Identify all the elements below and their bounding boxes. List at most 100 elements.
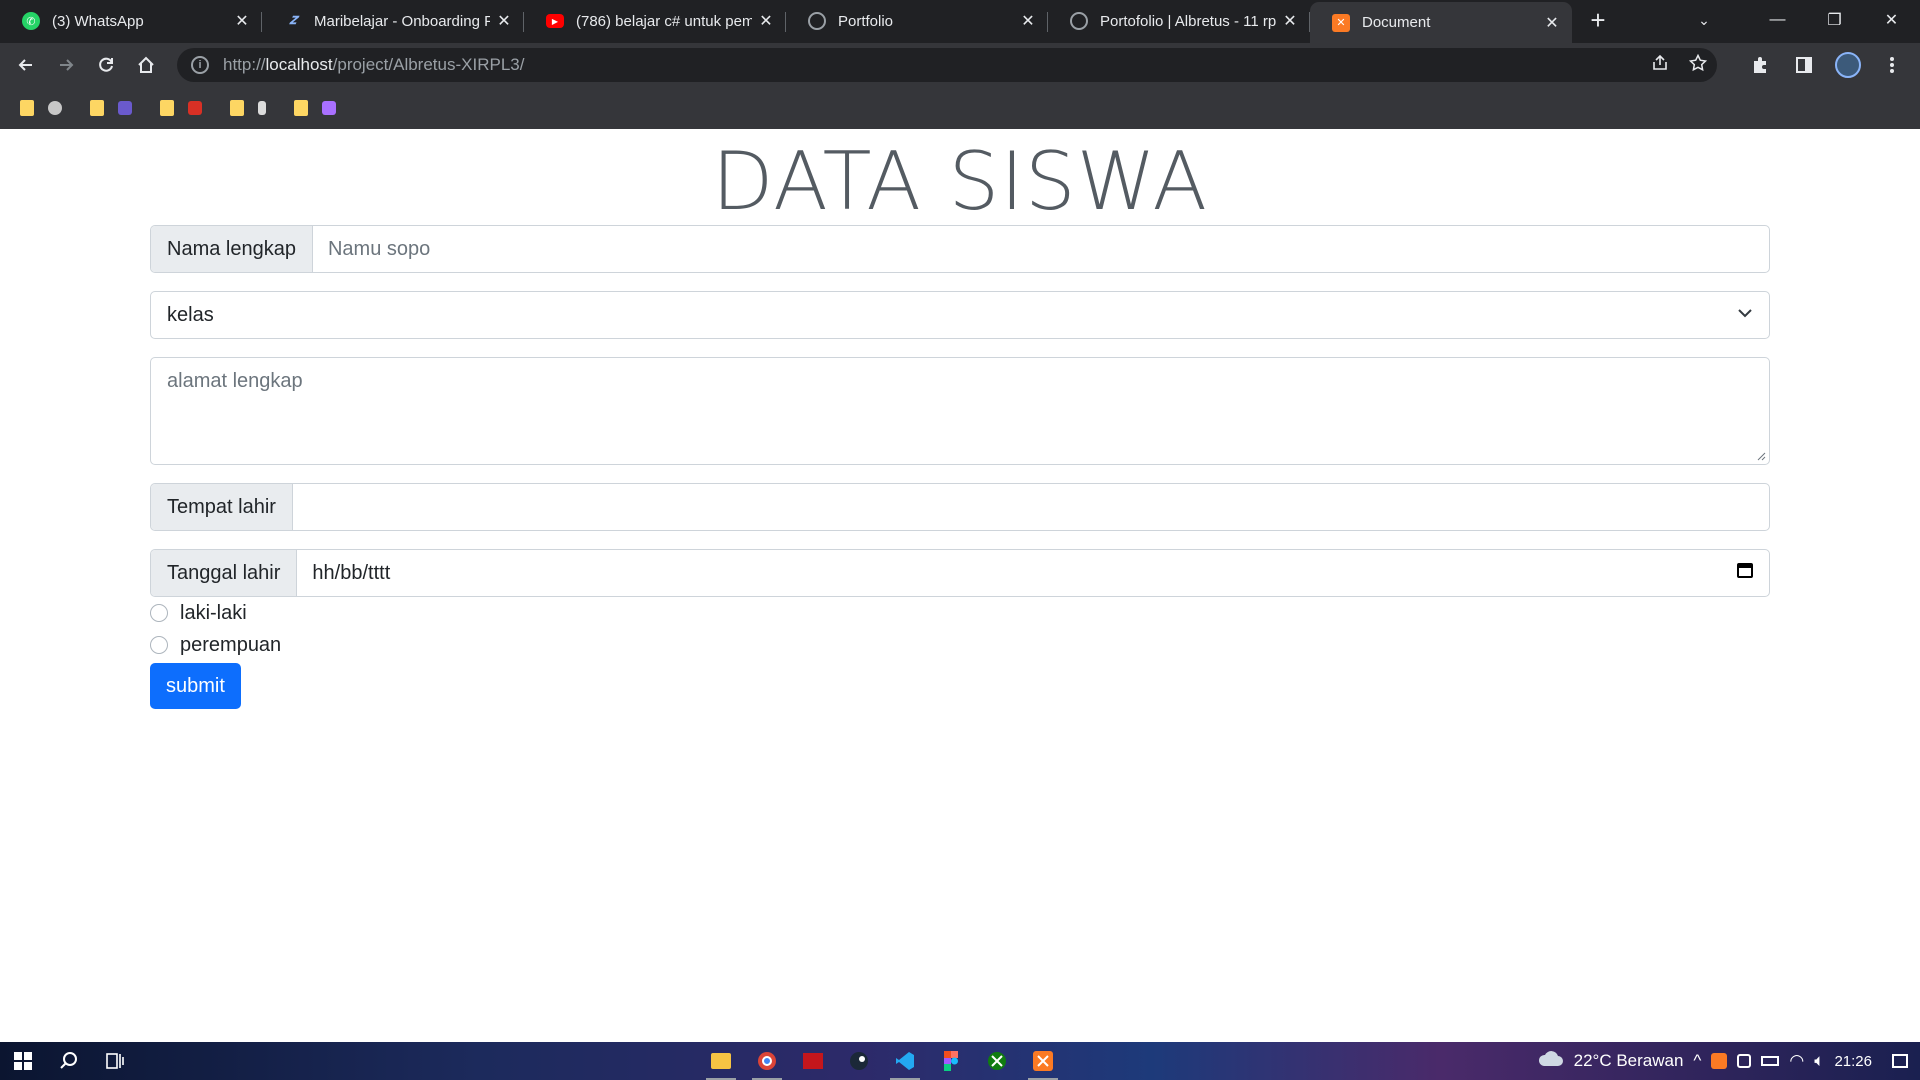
globe-icon (808, 12, 826, 30)
xampp-icon[interactable] (1020, 1042, 1066, 1080)
weather-text[interactable]: 22°C Berawan (1574, 1051, 1684, 1071)
minimize-icon[interactable]: — (1749, 0, 1806, 40)
tab-title: (786) belajar c# untuk pemu (576, 12, 752, 30)
forward-icon[interactable] (46, 47, 86, 83)
bookmark-folder-5[interactable] (294, 100, 336, 116)
share-icon[interactable] (1651, 54, 1669, 77)
nama-input[interactable]: Namu sopo (313, 226, 1769, 272)
address-bar[interactable]: i http://localhost/project/Albretus-XIRP… (177, 48, 1717, 82)
folder-icon (90, 100, 104, 116)
vscode-icon[interactable] (882, 1042, 928, 1080)
bookmark-folder-2[interactable] (90, 100, 132, 116)
xampp-tray-icon[interactable] (1711, 1053, 1728, 1069)
tab-title: Portfolio (838, 12, 894, 30)
file-explorer-icon[interactable] (698, 1042, 744, 1080)
xbox-icon[interactable] (974, 1042, 1020, 1080)
page-content: DATA SISWA Nama lengkap Namu sopo kelas … (0, 129, 1920, 1042)
alamat-placeholder: alamat lengkap (167, 370, 303, 392)
nama-input-group: Nama lengkap Namu sopo (150, 225, 1770, 273)
bookmark-folder-4[interactable] (230, 100, 266, 116)
close-icon[interactable]: ✕ (758, 11, 774, 31)
tab-title: (3) WhatsApp (52, 12, 144, 30)
radio-button[interactable] (150, 604, 168, 622)
tanggal-input[interactable]: hh/bb/tttt (297, 550, 1769, 596)
bookmark-folder-1[interactable] (20, 100, 62, 116)
tab-maribelajar[interactable]: 𝒁 Maribelajar - Onboarding P ✕ (262, 2, 524, 40)
browser-toolbar: i http://localhost/project/Albretus-XIRP… (0, 43, 1920, 87)
tanggal-input-group: Tanggal lahir hh/bb/tttt (150, 549, 1770, 597)
bookmark-favicon-icon (118, 101, 132, 115)
bookmark-star-icon[interactable] (1688, 53, 1708, 77)
folder-icon (294, 100, 308, 116)
url-host: localhost (265, 55, 333, 74)
page-title: DATA SISWA (711, 135, 1209, 228)
side-panel-icon[interactable] (1784, 47, 1824, 83)
close-icon[interactable]: ✕ (1544, 13, 1560, 33)
profile-avatar[interactable] (1828, 47, 1868, 83)
weather-cloud-icon[interactable] (1536, 1050, 1564, 1073)
battery-icon[interactable] (1761, 1056, 1780, 1066)
close-icon[interactable]: ✕ (234, 11, 250, 31)
close-icon[interactable]: ✕ (496, 11, 512, 31)
restore-icon[interactable]: ❐ (1806, 0, 1863, 40)
alamat-textarea[interactable]: alamat lengkap (150, 357, 1770, 465)
notification-icon[interactable] (1892, 1054, 1908, 1068)
volume-icon[interactable]: 🔈︎ (1814, 1051, 1824, 1071)
tanggal-value: hh/bb/tttt (312, 561, 391, 584)
tanggal-label: Tanggal lahir (151, 550, 298, 596)
folder-icon (20, 100, 34, 116)
chevron-up-icon[interactable]: ^ (1693, 1051, 1701, 1071)
bookmark-folder-3[interactable] (160, 100, 202, 116)
clock-time[interactable]: 21:26 (1834, 1053, 1872, 1070)
url-path: /project/Albretus-XIRPL3/ (332, 55, 525, 74)
resize-handle-icon[interactable] (1756, 451, 1766, 461)
tempat-input[interactable] (293, 484, 1769, 530)
radio-label: perempuan (180, 633, 282, 656)
radio-laki-laki[interactable]: laki-laki (150, 597, 1770, 629)
task-view-icon[interactable] (92, 1042, 138, 1080)
meet-tray-icon[interactable] (1737, 1054, 1752, 1068)
figma-icon[interactable] (928, 1042, 974, 1080)
extensions-puzzle-icon[interactable] (1740, 47, 1780, 83)
tab-portfolio[interactable]: Portfolio ✕ (786, 2, 1048, 40)
globe-icon (1070, 12, 1088, 30)
system-tray: 22°C Berawan ^ ◠ 🔈︎ 21:26 (1536, 1042, 1920, 1080)
windows-start-icon[interactable] (0, 1042, 46, 1080)
close-icon[interactable]: ✕ (1020, 11, 1036, 31)
calendar-icon[interactable] (1736, 561, 1754, 585)
menu-kebab-icon[interactable] (1872, 47, 1912, 83)
search-icon[interactable] (46, 1042, 92, 1080)
window-close-icon[interactable]: ✕ (1863, 0, 1920, 40)
close-icon[interactable]: ✕ (1282, 11, 1298, 31)
xampp-icon: ✕ (1332, 13, 1350, 32)
tab-youtube[interactable]: ▶ (786) belajar c# untuk pemu ✕ (524, 2, 786, 40)
reload-icon[interactable] (86, 47, 126, 83)
folder-icon (160, 100, 174, 116)
youtube-icon: ▶ (546, 14, 564, 28)
steam-icon[interactable] (836, 1042, 882, 1080)
tab-document[interactable]: ✕ Document ✕ (1310, 2, 1572, 43)
window-controls: — ❐ ✕ (1749, 0, 1920, 40)
bookmark-favicon-icon (322, 101, 336, 115)
tab-whatsapp[interactable]: ✆ (3) WhatsApp ✕ (0, 2, 262, 40)
wifi-icon[interactable]: ◠ (1789, 1051, 1804, 1071)
form-container: DATA SISWA Nama lengkap Namu sopo kelas … (150, 129, 1770, 709)
nama-label: Nama lengkap (151, 226, 313, 272)
radio-perempuan[interactable]: perempuan (150, 629, 1770, 661)
chrome-icon[interactable] (744, 1042, 790, 1080)
back-icon[interactable] (6, 47, 46, 83)
app-red-icon[interactable] (790, 1042, 836, 1080)
url-scheme: http:// (223, 55, 266, 74)
home-icon[interactable] (126, 47, 166, 83)
new-tab-button[interactable]: + (1578, 0, 1618, 40)
kelas-select[interactable]: kelas (150, 291, 1770, 339)
info-icon[interactable]: i (191, 56, 209, 74)
tab-portofolio-albretus[interactable]: Portofolio | Albretus - 11 rp ✕ (1048, 2, 1310, 40)
submit-button[interactable]: submit (150, 663, 241, 709)
radio-button[interactable] (150, 636, 168, 654)
tab-search-chevron-icon[interactable]: ⌄ (1684, 0, 1724, 40)
bookmark-favicon-icon (258, 101, 266, 115)
tab-title: Document (1362, 14, 1431, 31)
tempat-label: Tempat lahir (151, 484, 293, 530)
bookmark-favicon-icon (188, 101, 202, 115)
